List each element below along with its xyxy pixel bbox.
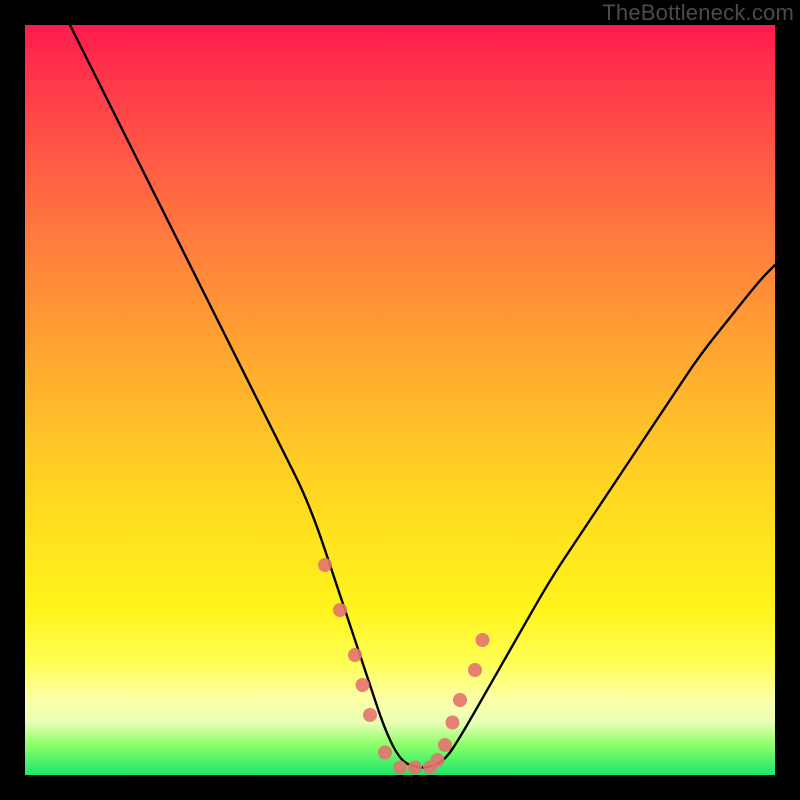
plot-area xyxy=(25,25,775,775)
marker-point xyxy=(453,693,467,707)
chart-frame: TheBottleneck.com xyxy=(0,0,800,800)
marker-point xyxy=(431,753,445,767)
marker-point xyxy=(408,761,422,775)
marker-point xyxy=(476,633,490,647)
marker-point xyxy=(356,678,370,692)
marker-point xyxy=(468,663,482,677)
marker-point xyxy=(363,708,377,722)
watermark-text: TheBottleneck.com xyxy=(602,0,794,26)
bottleneck-curve xyxy=(70,25,775,768)
marker-point xyxy=(446,716,460,730)
curve-svg xyxy=(25,25,775,775)
marker-point xyxy=(378,746,392,760)
marker-point xyxy=(348,648,362,662)
highlighted-points xyxy=(318,558,490,775)
marker-point xyxy=(318,558,332,572)
marker-point xyxy=(393,761,407,775)
marker-point xyxy=(438,738,452,752)
marker-point xyxy=(333,603,347,617)
